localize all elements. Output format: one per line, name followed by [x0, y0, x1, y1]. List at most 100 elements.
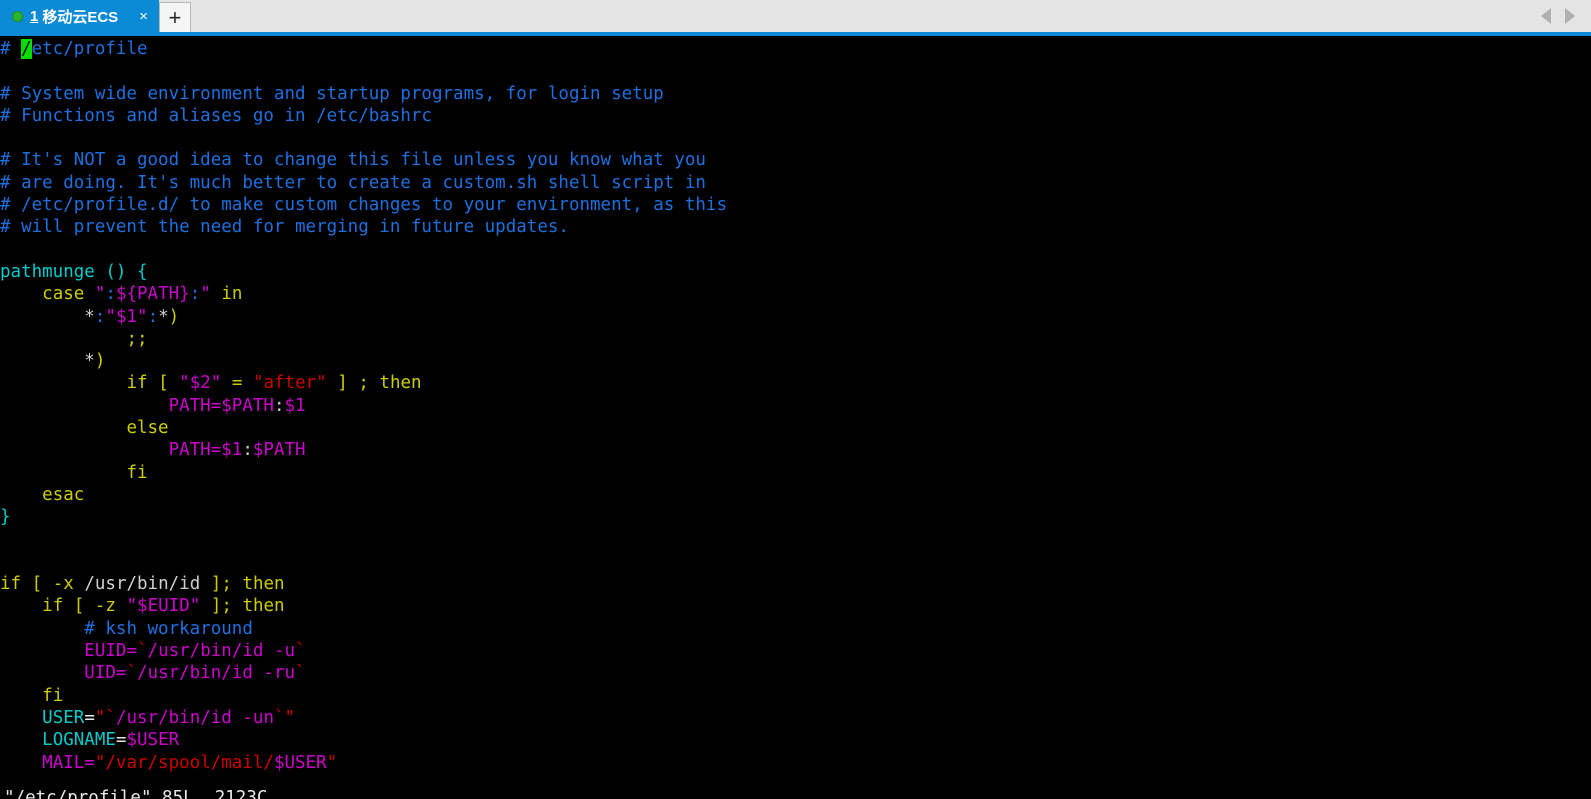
- text-span: UID=: [84, 663, 127, 684]
- text-span: /usr/bin/id -u: [147, 641, 296, 662]
- text-span: ": [200, 284, 211, 305]
- text-line: UID=`/usr/bin/id -ru`: [0, 662, 1591, 684]
- text-span: [84, 596, 95, 616]
- text-span: [0, 708, 42, 728]
- text-line: # Functions and aliases go in /etc/bashr…: [0, 105, 1591, 127]
- text-span: ]: [337, 373, 348, 394]
- text-line: if [ "$2" = "after" ] ; then: [0, 372, 1591, 394]
- text-line: pathmunge () {: [0, 261, 1591, 283]
- text-span: ;;: [126, 328, 148, 349]
- text-span: fi: [126, 462, 148, 483]
- text-span: #: [0, 39, 22, 59]
- text-line: LOGNAME=$USER: [0, 729, 1591, 751]
- text-span: USER: [42, 707, 85, 728]
- text-span: ): [94, 351, 106, 372]
- text-span: # System wide environment and startup pr…: [0, 83, 664, 104]
- text-span: [0, 418, 126, 438]
- text-span: [0, 351, 84, 371]
- close-icon[interactable]: ×: [134, 7, 153, 26]
- text-line: [0, 239, 1591, 261]
- text-span: :: [242, 440, 253, 461]
- text-line: *:"$1":*): [0, 306, 1591, 328]
- text-span: [0, 396, 169, 416]
- text-span: [84, 284, 95, 304]
- text-span: =: [115, 730, 127, 751]
- text-span: =: [221, 373, 253, 394]
- text-span: pathmunge: [0, 261, 106, 282]
- terminal-screen[interactable]: # /etc/profile # System wide environment…: [0, 36, 1591, 799]
- text-span: *: [158, 306, 169, 327]
- text-span: else: [126, 418, 169, 439]
- text-span: ": [284, 707, 296, 728]
- text-span: ${PATH}: [115, 284, 190, 305]
- vim-status-line: "/etc/profile" 85L, 2123C 1,3 Top: [0, 765, 1591, 799]
- text-span: [0, 663, 84, 683]
- text-line: *): [0, 350, 1591, 372]
- text-span: in: [221, 284, 243, 305]
- text-span: "after": [252, 373, 327, 394]
- text-span: /usr/bin/id -un: [115, 707, 274, 728]
- text-span: [211, 284, 222, 304]
- text-span: $2: [189, 373, 211, 394]
- text-span: # Functions and aliases go in /etc/bashr…: [0, 105, 432, 126]
- text-span: [63, 596, 74, 616]
- text-line: # System wide environment and startup pr…: [0, 83, 1591, 105]
- text-span: then: [242, 574, 285, 595]
- text-span: [0, 307, 84, 327]
- text-span: [116, 596, 127, 616]
- text-span: *: [84, 306, 95, 327]
- tab-index-label: 1: [30, 7, 39, 25]
- text-span: if: [42, 596, 64, 617]
- text-line: # /etc/profile: [0, 38, 1591, 60]
- text-span: PATH=: [168, 395, 222, 416]
- text-line: # will prevent the need for merging in f…: [0, 216, 1591, 238]
- text-span: [: [73, 596, 85, 617]
- text-span: [200, 596, 211, 616]
- text-span: [200, 574, 211, 594]
- text-span: `: [274, 707, 285, 728]
- text-span: [74, 574, 85, 594]
- text-span: ": [105, 306, 116, 327]
- text-span: ": [94, 707, 106, 728]
- text-span: [0, 463, 126, 483]
- text-span: `: [136, 641, 148, 662]
- text-span: -x: [52, 574, 74, 595]
- terminal-tab-1[interactable]: 1 移动云ECS ×: [0, 0, 159, 32]
- text-span: [327, 373, 338, 393]
- text-span: :: [105, 284, 116, 305]
- text-cursor: /: [21, 39, 32, 59]
- text-line: # /etc/profile.d/ to make custom changes…: [0, 194, 1591, 216]
- text-line: PATH=$1:$PATH: [0, 439, 1591, 461]
- text-line: # It's NOT a good idea to change this fi…: [0, 149, 1591, 171]
- text-span: [: [158, 373, 169, 394]
- text-span: if: [0, 574, 22, 595]
- text-line: PATH=$PATH:$1: [0, 395, 1591, 417]
- text-span: ];: [210, 596, 243, 617]
- connection-status-dot-icon: [12, 10, 23, 22]
- text-span: [0, 329, 126, 349]
- text-span: fi: [42, 685, 64, 706]
- text-line: if [ -z "$EUID" ]; then: [0, 595, 1591, 617]
- text-span: ": [126, 596, 138, 617]
- text-span: /usr/bin/id -ru: [137, 663, 296, 684]
- text-line: [0, 60, 1591, 82]
- text-span: # will prevent the need for merging in f…: [0, 217, 569, 238]
- triangle-left-icon[interactable]: [1541, 8, 1551, 24]
- text-span: $1: [221, 440, 243, 461]
- text-line: ;;: [0, 328, 1591, 350]
- text-line: if [ -x /usr/bin/id ]; then: [0, 573, 1591, 595]
- new-tab-button[interactable]: +: [158, 2, 191, 32]
- text-span: [21, 574, 32, 594]
- text-span: [0, 619, 84, 639]
- vim-text-buffer[interactable]: # /etc/profile # System wide environment…: [0, 38, 1591, 774]
- tab-scroll-controls: [1541, 0, 1591, 32]
- text-line: esac: [0, 484, 1591, 506]
- triangle-right-icon[interactable]: [1565, 8, 1575, 24]
- text-line: USER="`/usr/bin/id -un`": [0, 707, 1591, 729]
- text-span: LOGNAME: [42, 730, 116, 751]
- text-line: case ":${PATH}:" in: [0, 283, 1591, 305]
- text-span: [0, 641, 84, 661]
- text-span: /usr/bin/id: [84, 574, 201, 595]
- text-span: $1: [115, 306, 138, 327]
- text-span: ": [179, 373, 190, 394]
